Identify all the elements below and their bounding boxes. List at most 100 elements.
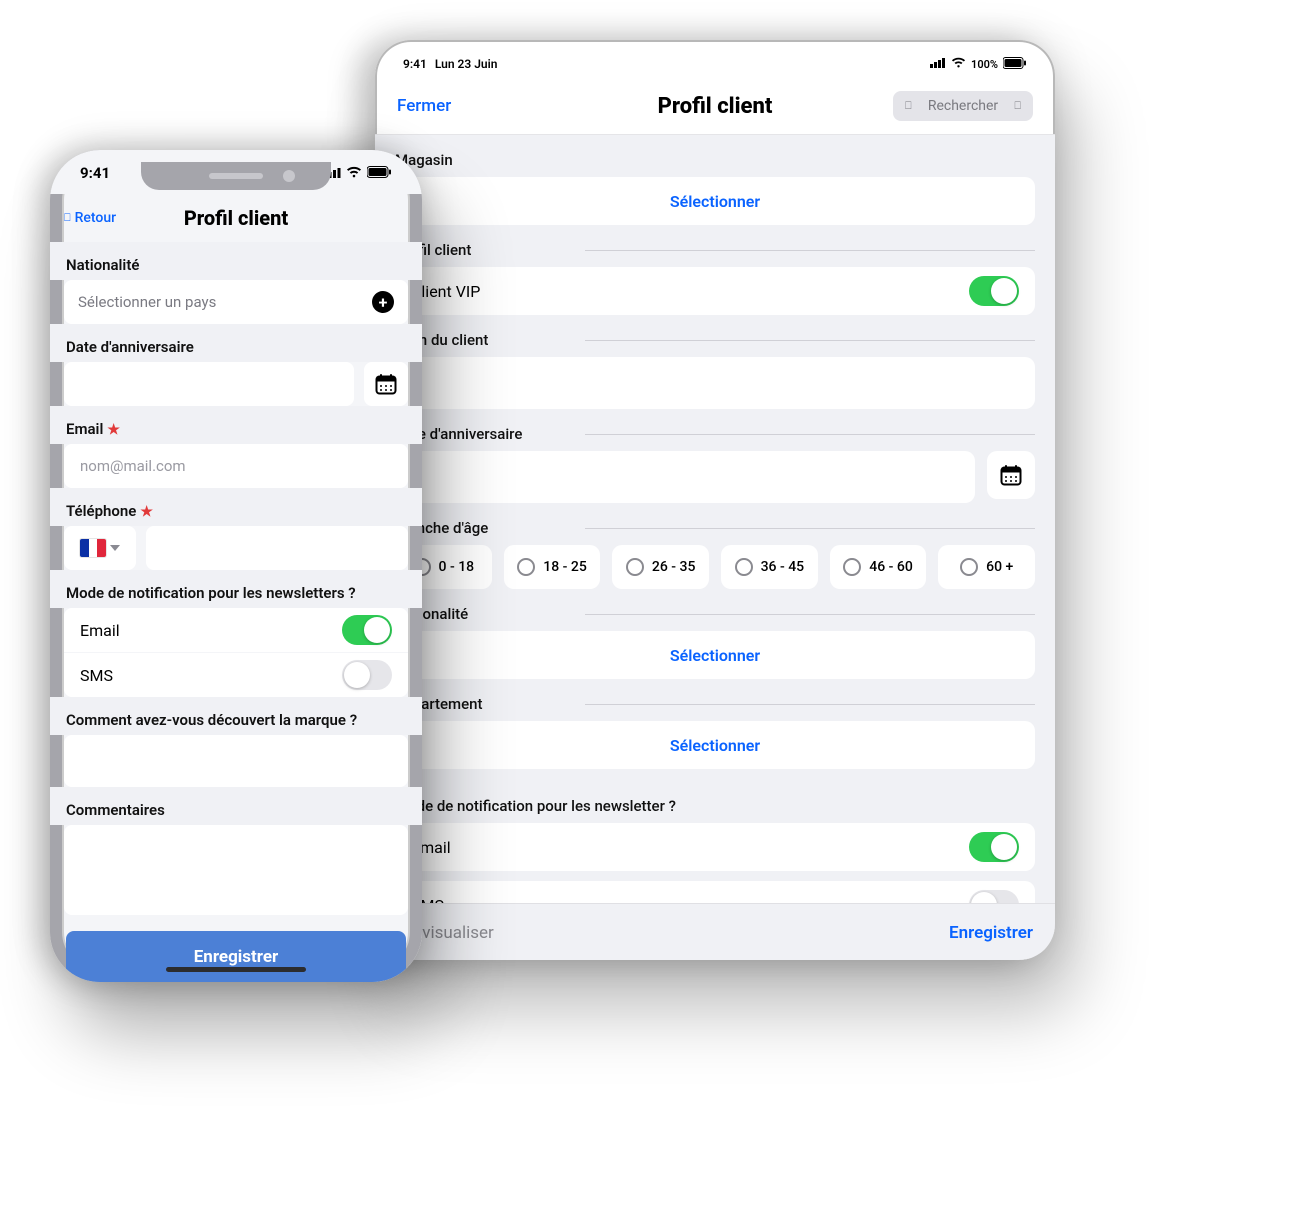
required-star-icon: ★	[107, 422, 120, 438]
radio-icon	[843, 558, 861, 576]
phone-content: Nationalité Sélectionner un pays + Date …	[50, 242, 422, 982]
comments-input[interactable]	[64, 825, 408, 915]
newsletter-email-row: Email	[395, 823, 1035, 871]
section-label-age: Tranche d'âge	[375, 503, 1055, 545]
plus-icon: +	[372, 291, 394, 313]
section-label-email: Email★	[50, 406, 422, 444]
age-option-label: 46 - 60	[869, 559, 913, 575]
section-label-phone: Téléphone★	[50, 488, 422, 526]
phone-number-input[interactable]	[146, 526, 408, 570]
section-label-birthday: Date d'anniversaire	[50, 324, 422, 362]
birthday-input[interactable]	[64, 362, 354, 406]
tablet-footer: Prévisualiser Enregistrer	[375, 904, 1055, 960]
section-label-birthday: Date d'anniversaire	[375, 409, 1055, 451]
section-label-newsletter: Mode de notification pour les newsletter…	[375, 769, 1055, 823]
age-option-4[interactable]: 46 - 60	[830, 545, 927, 589]
search-field[interactable]: ⎕ Rechercher ⎕	[893, 91, 1033, 121]
tablet-device: 9:41 Lun 23 Juin 100% Fermer Profil clie…	[375, 40, 1055, 960]
email-input-wrapper	[64, 444, 408, 488]
age-option-label: 0 - 18	[439, 559, 475, 575]
vip-toggle[interactable]	[969, 276, 1019, 306]
birthday-input[interactable]	[395, 451, 975, 503]
battery-percent: 100%	[971, 58, 998, 71]
age-option-label: 60 +	[986, 559, 1013, 575]
battery-icon	[367, 164, 392, 182]
search-suffix-icon: ⎕	[1014, 99, 1021, 113]
age-option-1[interactable]: 18 - 25	[504, 545, 601, 589]
calendar-button[interactable]	[364, 362, 408, 406]
newsletter-sms-toggle[interactable]	[342, 660, 392, 690]
calendar-icon	[375, 373, 397, 395]
wifi-icon	[951, 57, 966, 71]
home-indicator[interactable]	[166, 967, 306, 972]
calendar-icon	[1000, 464, 1022, 486]
age-option-2[interactable]: 26 - 35	[612, 545, 709, 589]
client-name-input[interactable]	[395, 357, 1035, 409]
email-input[interactable]	[78, 456, 394, 476]
save-button[interactable]: Enregistrer	[66, 931, 406, 982]
status-date: Lun 23 Juin	[435, 57, 498, 71]
nationality-select[interactable]: Sélectionner un pays +	[64, 280, 408, 324]
back-button[interactable]: ⎕ Retour	[64, 210, 116, 226]
section-label-profile: Profil client	[375, 225, 1055, 267]
section-label-name: Nom du client	[375, 315, 1055, 357]
section-label-store: Magasin	[375, 135, 1055, 177]
age-option-label: 36 - 45	[761, 559, 805, 575]
radio-icon	[517, 558, 535, 576]
discover-input[interactable]	[64, 735, 408, 787]
section-label-nationality: Nationalité	[375, 589, 1055, 631]
nationality-select-button[interactable]: Sélectionner	[395, 631, 1035, 679]
wifi-icon	[346, 164, 362, 182]
nationality-placeholder: Sélectionner un pays	[78, 293, 216, 311]
flag-fr-icon	[80, 539, 106, 557]
newsletter-sms-label: SMS	[80, 666, 113, 685]
section-label-newsletter: Mode de notification pour les newsletter…	[50, 570, 422, 608]
radio-icon	[735, 558, 753, 576]
newsletter-sms-row: SMS	[395, 881, 1035, 904]
age-option-label: 18 - 25	[543, 559, 587, 575]
signal-icon	[930, 57, 946, 71]
department-select-button[interactable]: Sélectionner	[395, 721, 1035, 769]
newsletter-email-toggle[interactable]	[342, 615, 392, 645]
radio-icon	[626, 558, 644, 576]
newsletter-sms-toggle[interactable]	[969, 890, 1019, 904]
search-prefix-icon: ⎕	[905, 99, 912, 113]
age-option-label: 26 - 35	[652, 559, 696, 575]
store-select-button[interactable]: Sélectionner	[395, 177, 1035, 225]
camera-icon	[283, 170, 295, 182]
newsletter-email-toggle[interactable]	[969, 832, 1019, 862]
age-option-3[interactable]: 36 - 45	[721, 545, 818, 589]
country-code-select[interactable]	[64, 526, 136, 570]
email-label-text: Email	[66, 420, 103, 438]
phone-label-text: Téléphone	[66, 502, 136, 520]
tablet-status-bar: 9:41 Lun 23 Juin 100%	[375, 50, 1055, 78]
newsletter-email-label: Email	[80, 621, 120, 640]
chevron-left-icon: ⎕	[64, 211, 71, 225]
phone-navbar: ⎕ Retour Profil client	[50, 194, 422, 242]
newsletter-email-row: Email	[64, 608, 408, 652]
tablet-content: Magasin Sélectionner Profil client Clien…	[375, 135, 1055, 904]
section-label-nationality: Nationalité	[50, 242, 422, 280]
status-time: 9:41	[80, 164, 110, 182]
save-button[interactable]: Enregistrer	[949, 923, 1033, 943]
newsletter-sms-row: SMS	[64, 653, 408, 697]
speaker-icon	[209, 173, 263, 179]
required-star-icon: ★	[140, 504, 153, 520]
chevron-down-icon	[110, 545, 120, 551]
calendar-button[interactable]	[987, 451, 1035, 499]
radio-icon	[960, 558, 978, 576]
back-label: Retour	[75, 210, 117, 226]
tablet-navbar: Fermer Profil client ⎕ Rechercher ⎕	[375, 78, 1055, 135]
age-option-5[interactable]: 60 +	[938, 545, 1035, 589]
vip-toggle-row: Client VIP	[395, 267, 1035, 315]
battery-icon	[1003, 57, 1027, 72]
phone-notch	[141, 162, 331, 190]
search-placeholder: Rechercher	[928, 98, 998, 114]
section-label-department: Département	[375, 679, 1055, 721]
status-time: 9:41	[403, 57, 427, 71]
phone-device: 9:41 ⎕ Retour Profil client Nation	[50, 150, 422, 982]
close-button[interactable]: Fermer	[397, 96, 451, 116]
section-label-comments: Commentaires	[50, 787, 422, 825]
age-range-group: 0 - 18 18 - 25 26 - 35 36 - 45 46 - 60 6…	[395, 545, 1035, 589]
section-label-discover: Comment avez-vous découvert la marque ?	[50, 697, 422, 735]
